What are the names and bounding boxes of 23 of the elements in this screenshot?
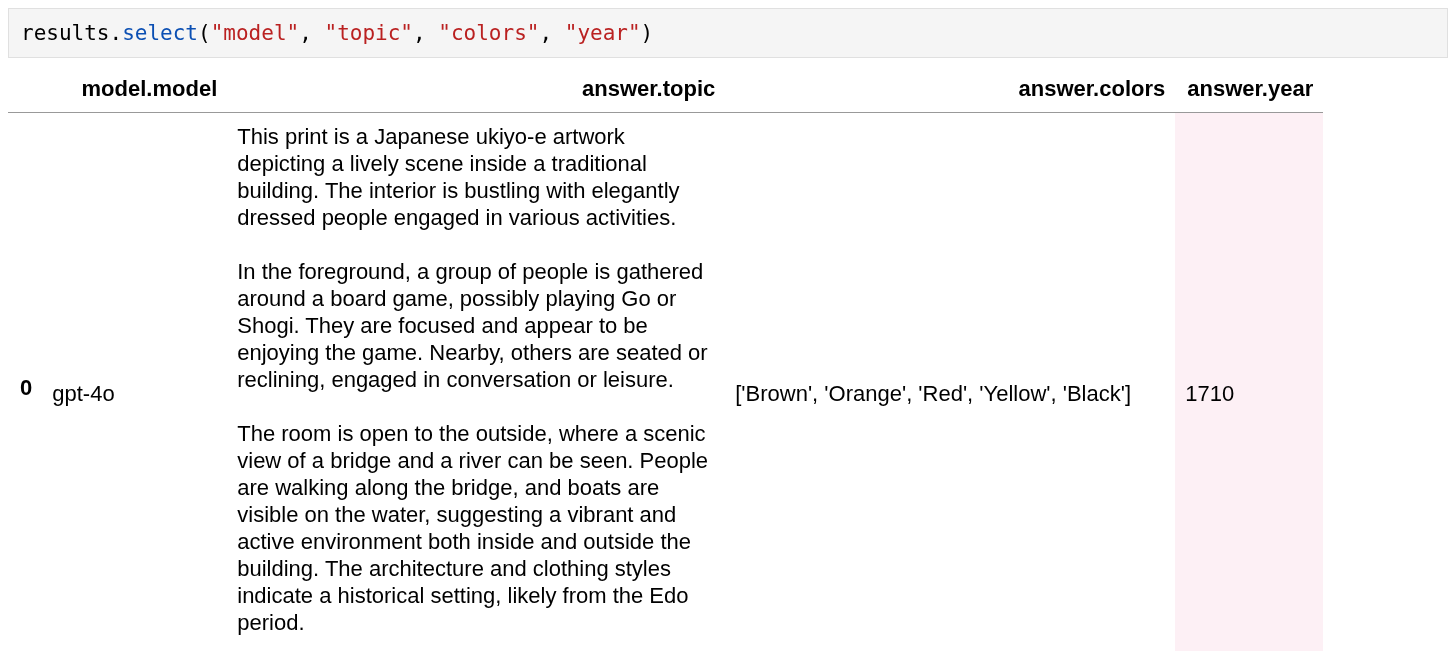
code-token: select [122,21,198,45]
code-token: , [413,21,427,45]
code-token: , [299,21,313,45]
code-token: "colors" [438,21,540,45]
column-header: answer.colors [725,62,1176,113]
paragraph: In the foreground, a group of people is gathered around a board game, possibly playing Go or Shogi. They are focused and appear to be enjoying the game. Nearby, others are seated or reclining, engaged in conversation or leisure. [237,258,709,393]
code-token: "year" [564,21,641,45]
column-header: model.model [42,62,228,113]
code-token: ( [198,21,211,45]
code-token: results. [21,21,123,45]
code-cell[interactable]: results.select("model", "topic", "colors", "year") [8,8,1448,58]
code-token: , [539,21,554,45]
table-cell-text: 1710 [1185,380,1235,406]
column-header: answer.topic [227,62,726,113]
code-token: "topic" [324,21,413,45]
row-index: 0 [8,112,43,651]
paragraph: The room is open to the outside, where a scenic view of a bridge and a river can be seen. People are walking along the bridge, and boats are visible on the water, suggesting a vibrant and active environment both inside and outside the building. The architecture and clothing styles indicate a historical setting, likely from the Edo period. [237,420,710,636]
table-cell-text: ['Brown', 'Orange', 'Red', 'Yellow', 'Black'] [735,380,1132,406]
paragraph: This print is a Japanese ukiyo-e artwork depicting a lively scene inside a traditional building. The interior is bustling with elegantly dressed people engaged in various activities. [237,123,681,231]
column-header: answer.year [1175,62,1324,113]
code-token: "model" [210,21,300,45]
code-token: ) [640,21,654,45]
table-cell-text: gpt-4o [52,380,115,406]
